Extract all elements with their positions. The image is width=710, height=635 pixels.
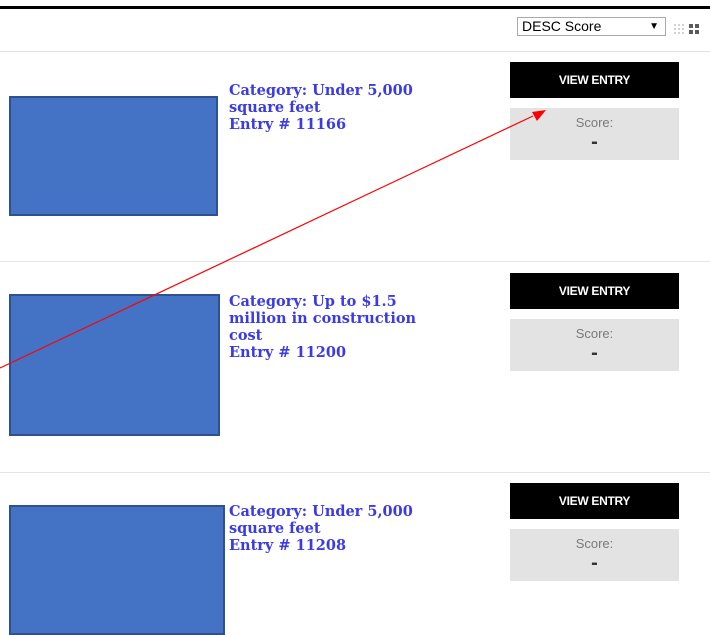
sort-select-value: DESC Score	[522, 18, 602, 34]
entry-category-line: Category: Up to $1.5	[229, 293, 397, 310]
sort-select[interactable]: DESC Score ▼	[517, 17, 666, 36]
list-divider	[0, 51, 710, 52]
score-value: -	[591, 342, 598, 364]
score-label: Score:	[575, 536, 614, 551]
view-entry-button[interactable]: VIEW ENTRY	[510, 483, 679, 519]
entry-number: Entry # 11166	[229, 116, 347, 133]
chevron-down-icon: ▼	[649, 21, 659, 32]
entry-category-line: Category: Under 5,000	[229, 82, 413, 99]
entry-category-line: square feet	[229, 99, 321, 116]
entry-info[interactable]: Category: Up to $1.5 million in construc…	[229, 293, 449, 361]
entry-category-line: million in construction	[229, 310, 417, 327]
view-entry-button[interactable]: VIEW ENTRY	[510, 62, 679, 98]
score-value: -	[591, 131, 598, 153]
view-entry-button[interactable]: VIEW ENTRY	[510, 273, 679, 309]
entry-category-line: cost	[229, 327, 263, 344]
grid-small-icon[interactable]	[674, 24, 684, 34]
entry-category-line: Category: Under 5,000	[229, 503, 413, 520]
entry-number: Entry # 11208	[229, 537, 347, 554]
entry-category-line: square feet	[229, 520, 321, 537]
entry-info[interactable]: Category: Under 5,000 square feet Entry …	[229, 82, 449, 133]
entry-number: Entry # 11200	[229, 344, 347, 361]
entry-thumbnail[interactable]	[9, 505, 225, 635]
grid-large-icon[interactable]	[689, 24, 699, 34]
list-divider	[0, 261, 710, 262]
list-divider	[0, 472, 710, 473]
entry-info[interactable]: Category: Under 5,000 square feet Entry …	[229, 503, 449, 554]
top-rule	[0, 6, 710, 9]
score-label: Score:	[575, 115, 614, 130]
score-box: Score: -	[510, 108, 679, 160]
entry-thumbnail[interactable]	[9, 96, 218, 216]
score-label: Score:	[575, 326, 614, 341]
score-box: Score: -	[510, 529, 679, 581]
score-box: Score: -	[510, 319, 679, 371]
entry-thumbnail[interactable]	[9, 294, 220, 436]
score-value: -	[591, 552, 598, 574]
